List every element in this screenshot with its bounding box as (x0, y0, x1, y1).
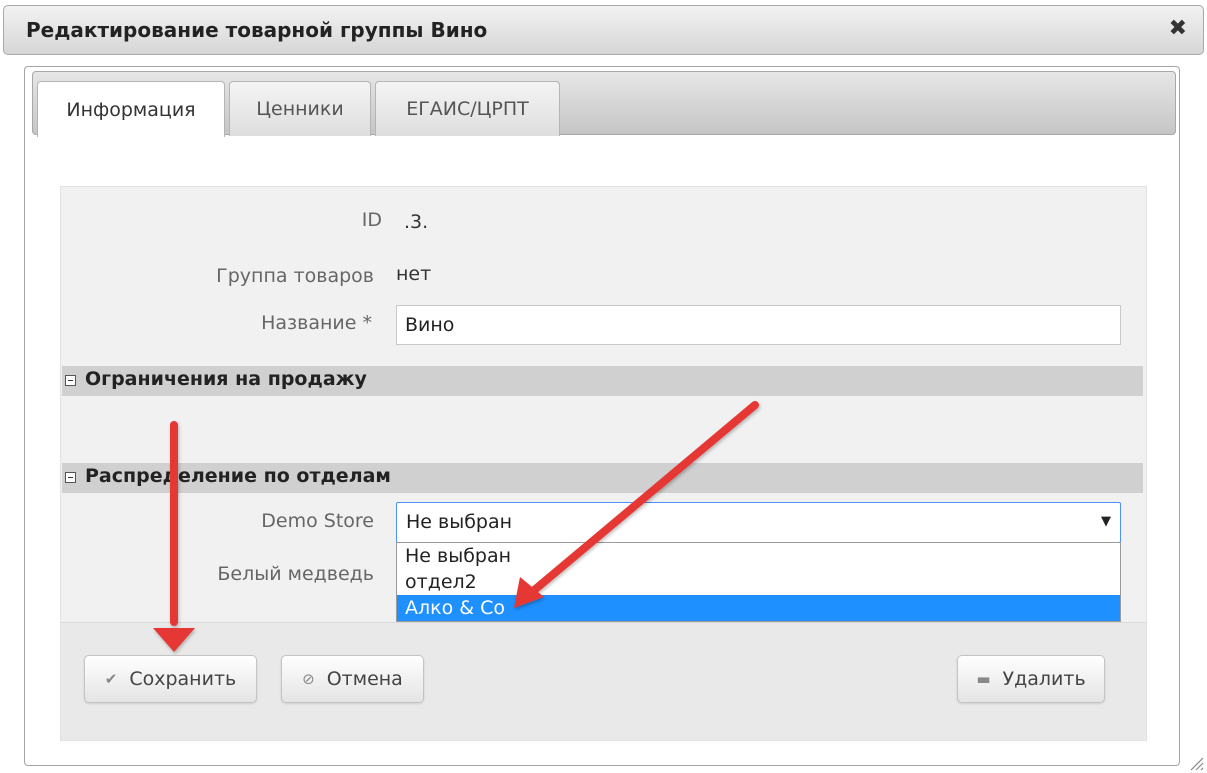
tab-price-tags[interactable]: Ценники (229, 81, 371, 136)
delete-button-label: Удалить (1002, 668, 1086, 690)
id-label: ID (361, 209, 382, 231)
tab-bar: Информация Ценники ЕГАИС/ЦРПТ (32, 71, 1176, 137)
tab-label: Ценники (256, 98, 344, 120)
select-value: Не выбран (406, 511, 513, 533)
demo-store-select[interactable]: Не выбран ▼ (396, 502, 1121, 543)
product-group-value: нет (396, 263, 432, 285)
ban-icon: ⊘ (302, 670, 315, 688)
dropdown-option[interactable]: отдел2 (397, 569, 1120, 595)
name-input[interactable] (396, 305, 1121, 345)
dropdown-option[interactable]: Не выбран (397, 543, 1120, 569)
close-icon[interactable]: ✖ (1169, 16, 1187, 41)
collapse-icon[interactable] (65, 375, 76, 386)
minus-icon: ▬ (976, 670, 991, 688)
white-bear-label: Белый медведь (217, 563, 374, 585)
tab-label: Информация (66, 98, 196, 121)
resize-grip-icon[interactable] (1188, 755, 1204, 771)
triangle-down-icon: ▼ (1101, 514, 1111, 529)
cancel-button[interactable]: ⊘ Отмена (281, 655, 424, 703)
dialog-title: Редактирование товарной группы Вино (26, 18, 488, 42)
product-group-label: Группа товаров (216, 265, 374, 287)
name-label: Название * (261, 312, 372, 334)
save-button-label: Сохранить (129, 668, 237, 690)
delete-button[interactable]: ▬ Удалить (957, 655, 1105, 703)
id-value: .3. (404, 211, 429, 233)
demo-store-label: Demo Store (261, 510, 374, 532)
department-dropdown-list: Не выбран отдел2 Алко & Co (396, 542, 1121, 622)
tab-egais[interactable]: ЕГАИС/ЦРПТ (375, 81, 560, 136)
section-title: Ограничения на продажу (85, 368, 367, 390)
section-title: Распределение по отделам (85, 465, 391, 487)
section-sales-restrictions[interactable]: Ограничения на продажу (62, 366, 1143, 396)
tab-label: ЕГАИС/ЦРПТ (406, 98, 529, 120)
section-department-distribution[interactable]: Распределение по отделам (62, 463, 1143, 493)
dialog-titlebar[interactable]: Редактирование товарной группы Вино ✖ (3, 5, 1204, 55)
check-icon: ✔ (104, 670, 118, 688)
dropdown-option-highlighted[interactable]: Алко & Co (397, 595, 1120, 621)
save-button[interactable]: ✔ Сохранить (84, 655, 257, 703)
collapse-icon[interactable] (65, 472, 76, 483)
tab-information[interactable]: Информация (37, 81, 225, 137)
edit-product-group-dialog: Редактирование товарной группы Вино ✖ Ин… (0, 0, 1207, 773)
cancel-button-label: Отмена (326, 668, 403, 690)
